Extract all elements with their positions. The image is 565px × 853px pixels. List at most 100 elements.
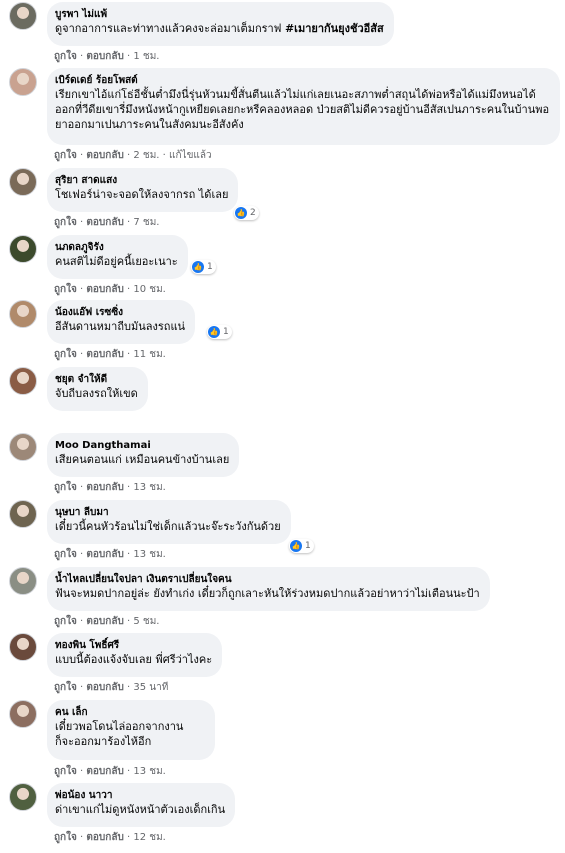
comment-timestamp[interactable]: 12 ชม.: [133, 832, 165, 843]
comment-timestamp[interactable]: 13 ชม.: [133, 549, 165, 560]
comment-timestamp[interactable]: 11 ชม.: [133, 349, 165, 360]
comment-bubble: Moo Dangthamai เสียคนตอนแก่ เหมือนคนข้าง…: [47, 433, 240, 477]
like-button[interactable]: ถูกใจ: [54, 616, 77, 627]
reply-button[interactable]: ตอบกลับ: [86, 766, 123, 777]
comment-bubble: น้ำไหลเปลี่ยนใจปลา เงินตราเปลี่ยนใจคน ฟั…: [47, 567, 490, 611]
comment-bubble: ชยุต จำให้ดี จับถีบลงรถให้เขด: [47, 367, 148, 411]
reply-button[interactable]: ตอบกลับ: [86, 549, 123, 560]
avatar[interactable]: [9, 367, 37, 395]
comment-actions: ถูกใจ · ตอบกลับ · 11 ชม.: [54, 349, 166, 360]
comment-bubble: สุริยา สาดแสง โชเฟอร์น่าจะจอดให้ลงจากรถ …: [47, 168, 239, 212]
comment-author[interactable]: ทองพิน โพธิ์ศรี: [55, 639, 212, 652]
reaction-count[interactable]: 👍 1: [289, 539, 314, 553]
comment-actions: ถูกใจ · ตอบกลับ · 12 ชม.: [54, 832, 166, 843]
comment-text: เดี๋ยวพอโดนไล่ออกจากงาน ก็จะออกมาร้องไห้…: [55, 720, 184, 748]
comment-bubble: คน เล็ก เดี๋ยวพอโดนไล่ออกจากงาน ก็จะออกม…: [47, 700, 215, 760]
like-button[interactable]: ถูกใจ: [54, 682, 77, 693]
reply-button[interactable]: ตอบกลับ: [86, 217, 123, 228]
comment-text: ด่าเขาแก่ไม่ดูหนังหน้าตัวเองเด็กเกิน: [55, 803, 226, 816]
comment-actions: ถูกใจ · ตอบกลับ · 2 ชม. · แก้ไขแล้ว: [54, 150, 212, 161]
like-icon: 👍: [208, 326, 220, 338]
like-icon: 👍: [235, 207, 247, 219]
comment-author[interactable]: นุษบา ลีบมา: [55, 506, 281, 519]
like-button[interactable]: ถูกใจ: [54, 51, 77, 62]
comment-text: จับถีบลงรถให้เขด: [55, 387, 138, 400]
comment-author[interactable]: สุริยา สาดแสง: [55, 174, 228, 187]
comment-author[interactable]: ชยุต จำให้ดี: [55, 373, 138, 386]
comment-bubble: บูรพา ไม่แพ้ ดูจากอาการและท่าทางแล้วคงจะ…: [47, 2, 394, 46]
comment-bubble: เบิร์ดเดย์ ร้อยโพสต์ เรียกเขาไอ้แก่โธ่อี…: [47, 68, 560, 145]
avatar[interactable]: [9, 700, 37, 728]
avatar[interactable]: [9, 433, 37, 461]
comment-feed: บูรพา ไม่แพ้ ดูจากอาการและท่าทางแล้วคงจะ…: [0, 0, 565, 853]
reply-button[interactable]: ตอบกลับ: [86, 682, 123, 693]
like-icon: 👍: [290, 540, 302, 552]
comment-actions: ถูกใจ · ตอบกลับ · 7 ชม.: [54, 217, 160, 228]
comment-text: ฟันจะหมดปากอยู่ล่ะ ยังทำเก่ง เดี๋ยวก็ถูก…: [55, 587, 480, 600]
comment-author[interactable]: นภดลภูจิรัง: [55, 241, 178, 254]
comment-timestamp[interactable]: 10 ชม.: [133, 284, 165, 295]
reply-button[interactable]: ตอบกลับ: [86, 284, 123, 295]
like-button[interactable]: ถูกใจ: [54, 284, 77, 295]
comment-author[interactable]: เบิร์ดเดย์ ร้อยโพสต์: [55, 74, 550, 87]
comment-timestamp[interactable]: 13 ชม.: [133, 766, 165, 777]
comment-bubble: นภดลภูจิรัง คนสติไม่ดีอยู่คนี้เยอะเนาะ: [47, 235, 188, 279]
comment-actions: ถูกใจ · ตอบกลับ · 35 นาที: [54, 682, 169, 693]
comment-timestamp[interactable]: 5 ชม.: [133, 616, 159, 627]
avatar[interactable]: [9, 783, 37, 811]
comment-author[interactable]: น้องแอ๊ฟ เรซซิ่ง: [55, 306, 185, 319]
comment-timestamp[interactable]: 13 ชม.: [133, 482, 165, 493]
like-button[interactable]: ถูกใจ: [54, 766, 77, 777]
comment-actions: ถูกใจ · ตอบกลับ · 1 ชม.: [54, 51, 160, 62]
reply-button[interactable]: ตอบกลับ: [86, 51, 123, 62]
comment-author[interactable]: บูรพา ไม่แพ้: [55, 8, 384, 21]
comment-bubble: พ่อน้อง นาวา ด่าเขาแก่ไม่ดูหนังหน้าตัวเอ…: [47, 783, 236, 827]
comment-text: เสียคนตอนแก่ เหมือนคนข้างบ้านเลย: [55, 453, 230, 466]
comment-text: เรียกเขาไอ้แก่โธ่อีชั้นต่ำมึงนี่รุ่นหัวน…: [55, 88, 550, 131]
avatar[interactable]: [9, 68, 37, 96]
edited-label[interactable]: แก้ไขแล้ว: [169, 150, 212, 161]
comment-timestamp[interactable]: 2 ชม.: [133, 150, 159, 161]
reaction-count[interactable]: 👍 1: [191, 260, 216, 274]
like-button[interactable]: ถูกใจ: [54, 832, 77, 843]
reply-button[interactable]: ตอบกลับ: [86, 150, 123, 161]
comment-bubble: นุษบา ลีบมา เดี๋ยวนี้คนหัวร้อนไม่ใช่เด็ก…: [47, 500, 291, 544]
comment-text: โชเฟอร์น่าจะจอดให้ลงจากรถ ได้เลย: [55, 188, 229, 201]
avatar[interactable]: [9, 500, 37, 528]
comment-author[interactable]: น้ำไหลเปลี่ยนใจปลา เงินตราเปลี่ยนใจคน: [55, 573, 480, 586]
reply-button[interactable]: ตอบกลับ: [86, 349, 123, 360]
comment-text: อีสันดานหมาถีบมันลงรถแน่: [55, 320, 186, 333]
like-button[interactable]: ถูกใจ: [54, 549, 77, 560]
comment-text: คนสติไม่ดีอยู่คนี้เยอะเนาะ: [55, 255, 178, 268]
like-button[interactable]: ถูกใจ: [54, 150, 77, 161]
reply-button[interactable]: ตอบกลับ: [86, 616, 123, 627]
reaction-count[interactable]: 👍 1: [207, 325, 232, 339]
comment-actions: ถูกใจ · ตอบกลับ · 10 ชม.: [54, 284, 166, 295]
comment-timestamp[interactable]: 35 นาที: [133, 682, 168, 693]
comment-timestamp[interactable]: 1 ชม.: [133, 51, 159, 62]
hashtag-link[interactable]: #เมายากันยุงชัวอีสัส: [285, 22, 384, 35]
avatar[interactable]: [9, 168, 37, 196]
like-button[interactable]: ถูกใจ: [54, 482, 77, 493]
comment-bubble: ทองพิน โพธิ์ศรี แบบนี้ต้องแจ้งจับเลย พี่…: [47, 633, 223, 677]
comment-actions: ถูกใจ · ตอบกลับ · 13 ชม.: [54, 482, 166, 493]
comment-text: เดี๋ยวนี้คนหัวร้อนไม่ใช่เด็กแล้วนะจ๊ะระว…: [55, 520, 281, 533]
comment-author[interactable]: คน เล็ก: [55, 706, 205, 719]
comment-text: ดูจากอาการและท่าทางแล้วคงจะล่อมาเต็มกราฟ…: [55, 22, 384, 35]
avatar[interactable]: [9, 235, 37, 263]
comment-timestamp[interactable]: 7 ชม.: [133, 217, 159, 228]
comment-author[interactable]: พ่อน้อง นาวา: [55, 789, 225, 802]
avatar[interactable]: [9, 633, 37, 661]
like-button[interactable]: ถูกใจ: [54, 349, 77, 360]
avatar[interactable]: [9, 567, 37, 595]
avatar[interactable]: [9, 2, 37, 30]
avatar[interactable]: [9, 300, 37, 328]
reply-button[interactable]: ตอบกลับ: [86, 482, 123, 493]
comment-actions: ถูกใจ · ตอบกลับ · 5 ชม.: [54, 616, 160, 627]
like-button[interactable]: ถูกใจ: [54, 217, 77, 228]
reply-button[interactable]: ตอบกลับ: [86, 832, 123, 843]
like-icon: 👍: [192, 261, 204, 273]
comment-author[interactable]: Moo Dangthamai: [55, 439, 229, 452]
reaction-count[interactable]: 👍 2: [234, 206, 259, 220]
comment-bubble: น้องแอ๊ฟ เรซซิ่ง อีสันดานหมาถีบมันลงรถแน…: [47, 300, 196, 344]
